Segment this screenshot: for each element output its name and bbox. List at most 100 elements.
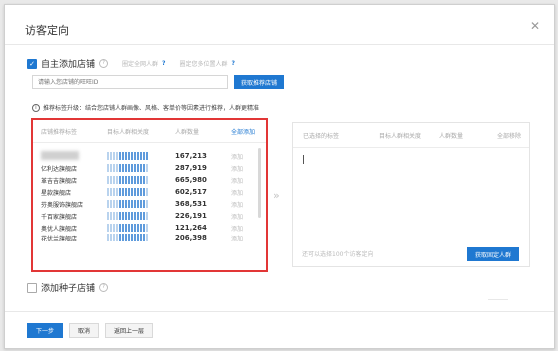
audience-count: 226,191 — [175, 212, 207, 220]
relevance-bar-segment — [140, 212, 142, 220]
scrollbar[interactable] — [258, 148, 261, 218]
relevance-bar-segment — [113, 224, 115, 232]
visitor-targeting-dialog: 访客定向 ✕ ✓ 自主添加店铺 ? 圈定全网人群 ? 圈定您多位置人群 ? 获取… — [4, 4, 555, 349]
relevance-bar-segment — [143, 234, 145, 241]
table-row: 芬奥服饰旗舰店 368,531 添加 — [33, 198, 266, 210]
relevance-bar-segment — [110, 234, 112, 241]
relevance-bar-segment — [113, 234, 115, 241]
relevance-bar — [107, 234, 175, 241]
relevance-bar-segment — [131, 234, 133, 241]
relevance-bar-segment — [122, 200, 124, 208]
transfer-arrow-icon[interactable]: » — [273, 189, 280, 202]
shop-name — [33, 150, 107, 162]
relevance-bar — [107, 200, 175, 208]
table-row: 千百家旗舰店 226,191 添加 — [33, 210, 266, 222]
relevance-bar — [107, 164, 175, 172]
link-whole-network[interactable]: 圈定全网人群 — [122, 59, 158, 68]
relevance-bar-segment — [107, 224, 109, 232]
relevance-bar-segment — [122, 188, 124, 196]
relevance-bar-segment — [113, 176, 115, 184]
relevance-bar-segment — [143, 200, 145, 208]
table-row: 167,213 添加 — [33, 150, 266, 162]
relevance-bar-segment — [125, 152, 127, 160]
table-row: 革吉吉旗舰店 665,980 添加 — [33, 174, 266, 186]
relevance-bar-segment — [131, 176, 133, 184]
relevance-bar-segment — [116, 176, 118, 184]
get-recommended-shops-button[interactable]: 获取推荐店铺 — [234, 75, 285, 89]
relevance-bar-segment — [125, 164, 127, 172]
add-all-button[interactable]: 全部添加 — [231, 127, 266, 136]
relevance-bar-segment — [134, 152, 136, 160]
relevance-bar-segment — [128, 152, 130, 160]
back-button[interactable]: 返回上一层 — [105, 323, 154, 338]
relevance-bar-segment — [116, 212, 118, 220]
relevance-bar-segment — [113, 212, 115, 220]
relevance-bar-segment — [113, 200, 115, 208]
help-icon[interactable]: ? — [99, 283, 109, 292]
table-row: 亿利达旗舰店 287,919 添加 — [33, 162, 266, 174]
header-count: 人群数量 — [439, 132, 464, 140]
relevance-bar — [107, 152, 175, 160]
relevance-bar-segment — [128, 234, 130, 241]
relevance-bar-segment — [134, 164, 136, 172]
cancel-button[interactable]: 取消 — [69, 323, 100, 338]
relevance-bar-segment — [143, 212, 145, 220]
remove-all-button[interactable]: 全部移除 — [487, 131, 529, 140]
relevance-bar-segment — [119, 164, 121, 172]
relevance-bar-segment — [107, 212, 109, 220]
relevance-bar-segment — [137, 234, 139, 241]
audience-count: 206,398 — [175, 234, 207, 241]
relevance-bar-segment — [119, 212, 121, 220]
shop-id-input[interactable] — [32, 75, 228, 89]
question-icon[interactable]: ? — [162, 60, 165, 67]
audience-count: 121,264 — [175, 224, 207, 232]
add-button[interactable]: 添加 — [231, 224, 266, 233]
relevance-bar-segment — [134, 200, 136, 208]
shop-name: 奥优人旗舰店 — [41, 225, 78, 233]
relevance-bar-segment — [140, 200, 142, 208]
relevance-bar-segment — [116, 152, 118, 160]
next-step-button[interactable]: 下一步 — [27, 323, 64, 338]
relevance-bar-segment — [107, 200, 109, 208]
header-relevance: 目标人群相关度 — [379, 132, 422, 140]
relevance-bar-segment — [119, 152, 121, 160]
relevance-bar-segment — [113, 188, 115, 196]
relevance-bar-segment — [131, 164, 133, 172]
relevance-bar-segment — [140, 152, 142, 160]
relevance-bar-segment — [110, 188, 112, 196]
relevance-bar-segment — [137, 188, 139, 196]
relevance-bar-segment — [131, 200, 133, 208]
relevance-bar-segment — [146, 224, 148, 232]
relevance-bar-segment — [116, 188, 118, 196]
relevance-bar-segment — [125, 234, 127, 241]
relevance-bar-segment — [137, 224, 139, 232]
relevance-bar-segment — [137, 164, 139, 172]
link-multi-position[interactable]: 圈定您多位置人群 — [180, 59, 228, 68]
header-relevance: 目标人群相关度 — [107, 128, 150, 136]
shop-name: 千百家旗舰店 — [41, 213, 78, 221]
question-icon[interactable]: ? — [232, 60, 235, 67]
own-shop-checkbox[interactable]: ✓ — [27, 58, 37, 69]
seed-shop-checkbox[interactable] — [27, 282, 37, 293]
shop-name: 芬奥服饰旗舰店 — [41, 201, 84, 209]
header-tag: 店铺推荐标签 — [41, 128, 78, 136]
relevance-bar-segment — [140, 234, 142, 241]
relevance-bar-segment — [128, 200, 130, 208]
shop-name: 革吉吉旗舰店 — [41, 177, 78, 185]
relevance-bar-segment — [146, 200, 148, 208]
relevance-bar-segment — [122, 176, 124, 184]
relevance-bar-segment — [107, 188, 109, 196]
divider — [5, 311, 554, 312]
relevance-bar-segment — [140, 176, 142, 184]
seed-shop-row: 添加种子店铺 ? — [27, 281, 109, 294]
relevance-bar-segment — [140, 164, 142, 172]
relevance-bar-segment — [116, 164, 118, 172]
help-icon[interactable]: ? — [99, 59, 109, 68]
close-icon[interactable]: ✕ — [530, 19, 540, 33]
relevance-bar-segment — [143, 224, 145, 232]
add-button[interactable]: 添加 — [231, 234, 266, 241]
dialog-title: 访客定向 — [25, 24, 69, 37]
info-icon: i — [32, 103, 40, 112]
relevance-bar-segment — [110, 200, 112, 208]
get-fixed-audience-button[interactable]: 获取固定人群 — [466, 247, 519, 261]
